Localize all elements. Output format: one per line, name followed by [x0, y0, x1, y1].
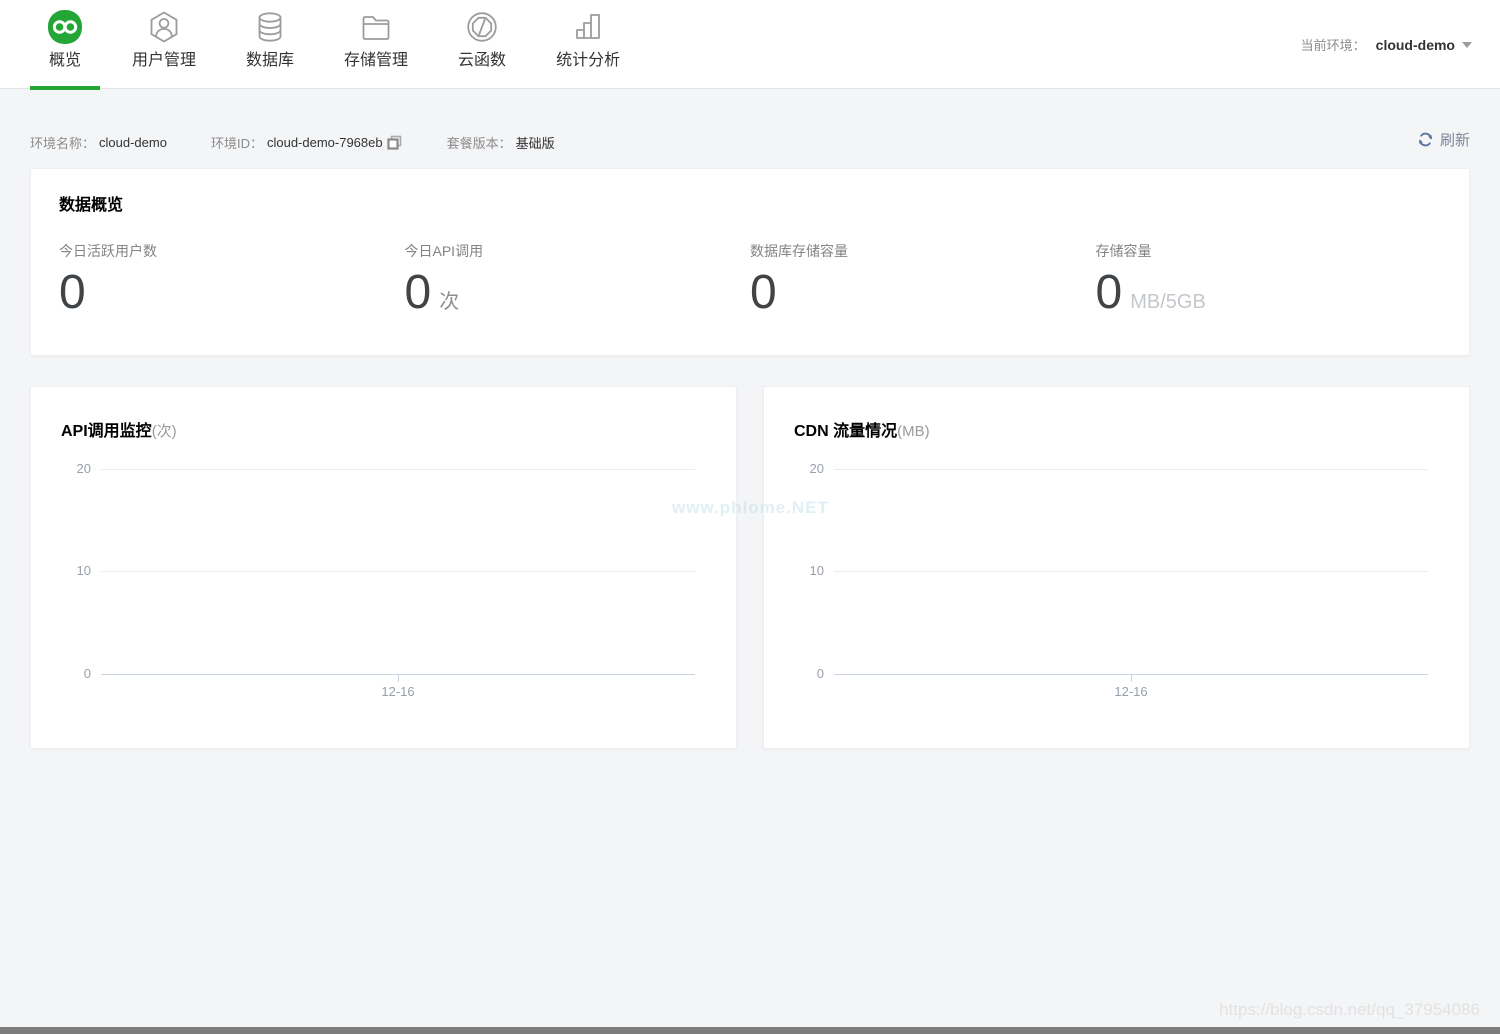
main-content: 环境名称： cloud-demo 环境ID： cloud-demo-7968eb… [0, 132, 1500, 749]
nav-label: 数据库 [246, 52, 295, 69]
metrics-row: 今日活跃用户数 0 今日API调用 0 次 数据库存储容量 0 存储容量 0 M… [59, 241, 1441, 321]
active-tab-underline [30, 86, 100, 90]
bar-chart-icon [571, 10, 605, 44]
bottom-edge-bar [0, 1027, 1500, 1034]
refresh-button[interactable]: 刷新 [1417, 129, 1470, 150]
y-axis-tick: 10 [809, 563, 824, 578]
user-hexagon-icon [147, 10, 181, 44]
cdn-traffic-chart-card: CDN 流量情况 (MB) 20 10 0 12-16 [763, 386, 1470, 749]
x-axis-tick-mark [398, 675, 399, 682]
metric-active-users: 今日活跃用户数 0 [59, 241, 405, 321]
tab-user-management[interactable]: 用户管理 [114, 0, 214, 89]
metric-value: 0 [1095, 266, 1123, 319]
env-plan-value: 基础版 [515, 136, 555, 151]
env-id-label: 环境ID： [210, 136, 263, 151]
chart-title: CDN 流量情况 [794, 423, 898, 440]
main-nav: 概览 用户管理 数据库 存储管理 云函数 统计分析 [0, 0, 1500, 90]
y-axis-tick: 0 [83, 666, 91, 681]
env-info-bar: 环境名称： cloud-demo 环境ID： cloud-demo-7968eb… [30, 132, 1470, 152]
gridline [834, 571, 1428, 572]
metric-unit: 次 [439, 291, 460, 313]
database-icon [253, 10, 287, 44]
nav-label: 用户管理 [132, 52, 197, 69]
metric-unit: MB/5GB [1130, 291, 1206, 313]
metric-storage-capacity: 存储容量 0 MB/5GB [1096, 241, 1442, 321]
metric-api-calls: 今日API调用 0 次 [405, 241, 751, 321]
x-axis-tick-label: 12-16 [1114, 684, 1148, 699]
y-axis-tick: 10 [76, 563, 91, 578]
infinity-icon [48, 10, 82, 44]
chart-title: API调用监控 [61, 423, 152, 440]
cloud-function-icon [465, 10, 499, 44]
refresh-icon [1419, 132, 1432, 147]
env-name-label: 环境名称： [30, 136, 96, 151]
tab-overview[interactable]: 概览 [30, 0, 100, 90]
nav-label: 统计分析 [556, 52, 621, 69]
gridline [101, 571, 695, 572]
chart-title-unit: (MB) [897, 423, 930, 440]
x-axis-tick-mark [1131, 675, 1132, 682]
tab-cloud-functions[interactable]: 云函数 [440, 0, 524, 89]
tab-database[interactable]: 数据库 [228, 0, 312, 89]
chart-title-unit: (次) [151, 423, 177, 440]
x-axis-tick-label: 12-16 [381, 684, 415, 699]
metric-value: 0 [59, 266, 86, 319]
tab-statistics[interactable]: 统计分析 [538, 0, 638, 89]
y-axis-tick: 0 [816, 666, 824, 681]
api-monitor-chart-card: API调用监控 (次) 20 10 0 12-16 [30, 386, 737, 749]
current-env-value: cloud-demo [1375, 36, 1455, 53]
copy-icon[interactable] [386, 134, 403, 151]
nav-label: 概览 [48, 52, 81, 69]
metric-value: 0 [750, 266, 777, 319]
folder-icon [359, 10, 393, 44]
tab-storage[interactable]: 存储管理 [326, 0, 426, 89]
gridline [101, 469, 695, 470]
env-name-value: cloud-demo [99, 135, 167, 150]
charts-row: API调用监控 (次) 20 10 0 12-16 CDN 流量情况 (MB) … [30, 386, 1470, 749]
metric-db-storage: 数据库存储容量 0 [750, 241, 1096, 321]
chevron-down-icon [1462, 41, 1472, 48]
current-env-label: 当前环境： [1300, 38, 1366, 53]
nav-label: 存储管理 [344, 52, 409, 69]
metric-label: 数据库存储容量 [750, 243, 848, 259]
gridline [834, 469, 1428, 470]
y-axis-tick: 20 [809, 461, 824, 476]
overview-title: 数据概览 [59, 197, 124, 214]
env-id: 环境ID： cloud-demo-7968eb [211, 133, 403, 152]
metric-label: 今日API调用 [404, 243, 484, 259]
env-plan: 套餐版本： 基础版 [447, 133, 555, 152]
nav-label: 云函数 [458, 52, 507, 69]
env-name: 环境名称： cloud-demo [30, 133, 167, 152]
csdn-url-watermark: https://blog.csdn.net/qq_37954086 [1219, 1000, 1480, 1019]
top-nav-bar: 概览 用户管理 数据库 存储管理 云函数 统计分析 当前环境： cloud-de… [0, 0, 1500, 90]
metric-value: 0 [404, 266, 432, 319]
current-env-selector[interactable]: 当前环境： cloud-demo [1301, 0, 1472, 89]
metric-label: 存储容量 [1095, 243, 1152, 259]
refresh-label: 刷新 [1439, 132, 1470, 149]
env-plan-label: 套餐版本： [446, 136, 512, 151]
y-axis-tick: 20 [76, 461, 91, 476]
metric-label: 今日活跃用户数 [59, 243, 157, 259]
env-id-value: cloud-demo-7968eb [266, 135, 383, 150]
data-overview-card: 数据概览 今日活跃用户数 0 今日API调用 0 次 数据库存储容量 0 存储容… [30, 168, 1470, 356]
